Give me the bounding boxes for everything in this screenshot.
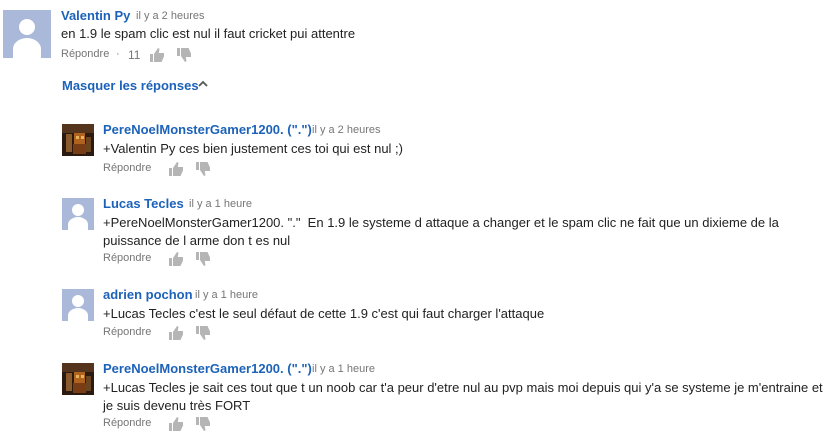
thumbs-up-icon[interactable]: [169, 252, 184, 266]
thumbs-up-icon[interactable]: [150, 48, 165, 62]
reply-author[interactable]: PereNoelMonsterGamer1200. ("."): [103, 361, 312, 376]
hide-replies-label: Masquer les réponses: [62, 78, 199, 93]
hide-replies-button[interactable]: Masquer les réponses: [62, 77, 208, 93]
thumbs-up-icon[interactable]: [169, 417, 184, 431]
avatar[interactable]: [62, 198, 94, 230]
comment-author[interactable]: Valentin Py: [61, 8, 130, 23]
thumbs-up-icon[interactable]: [169, 162, 184, 176]
like-count: 11: [128, 48, 141, 62]
reply-text-line-2: puissance de l arme don t es nul: [103, 233, 291, 248]
thumbs-up-icon[interactable]: [169, 326, 184, 340]
reply-author[interactable]: adrien pochon: [103, 287, 193, 302]
reply-author[interactable]: PereNoelMonsterGamer1200. ("."): [103, 122, 312, 137]
comment-text: en 1.9 le spam clic est nul il faut cric…: [61, 26, 356, 41]
reply-button[interactable]: Répondre: [103, 252, 151, 264]
reply-button[interactable]: Répondre: [103, 326, 151, 338]
reply-time[interactable]: il y a 1 heure: [312, 363, 375, 375]
thumbs-down-icon[interactable]: [196, 326, 211, 340]
reply-text-line-1: +PereNoelMonsterGamer1200. "." En 1.9 le…: [103, 215, 779, 230]
thumbs-down-icon[interactable]: [196, 417, 211, 431]
reply-button[interactable]: Répondre: [103, 417, 151, 429]
reply-time[interactable]: il y a 1 heure: [195, 289, 258, 301]
thumbs-down-icon[interactable]: [196, 252, 211, 266]
game-avatar-icon: [62, 363, 94, 395]
avatar[interactable]: [3, 10, 51, 58]
reply-time[interactable]: il y a 1 heure: [189, 198, 252, 210]
game-avatar-icon: [62, 124, 94, 156]
avatar[interactable]: [62, 363, 94, 395]
chevron-up-icon: [198, 80, 208, 87]
reply-button[interactable]: Répondre: [61, 48, 109, 60]
comment-time[interactable]: il y a 2 heures: [136, 10, 204, 22]
reply-text: +Lucas Tecles c'est le seul défaut de ce…: [103, 306, 545, 321]
thumbs-down-icon[interactable]: [177, 48, 192, 62]
reply-time[interactable]: il y a 2 heures: [312, 124, 380, 136]
reply-button[interactable]: Répondre: [103, 162, 151, 174]
separator-dot: ·: [116, 48, 120, 60]
avatar[interactable]: [62, 124, 94, 156]
reply-text: +Valentin Py ces bien justement ces toi …: [103, 141, 404, 156]
reply-text-line-1: +Lucas Tecles je sait ces tout que t un …: [103, 380, 823, 395]
thumbs-down-icon[interactable]: [196, 162, 211, 176]
avatar[interactable]: [62, 289, 94, 321]
reply-author[interactable]: Lucas Tecles: [103, 196, 184, 211]
reply-text-line-2: je suis devenu très FORT: [103, 398, 251, 413]
